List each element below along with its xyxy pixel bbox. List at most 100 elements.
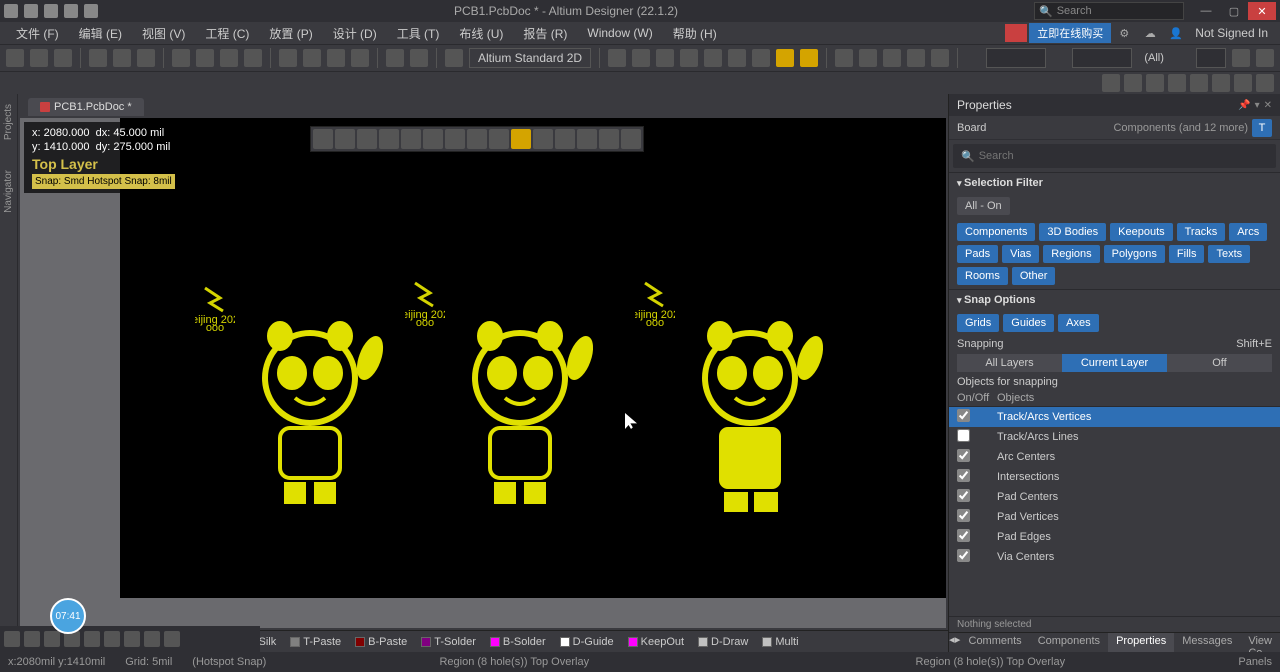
menu-reports[interactable]: 报告 (R) — [513, 23, 577, 44]
ab-11[interactable] — [533, 129, 553, 149]
panel-menu-icon[interactable]: ▾ — [1255, 100, 1260, 111]
ab-9[interactable] — [489, 129, 509, 149]
global-search[interactable]: 🔍 Search — [1034, 2, 1184, 20]
tb-text[interactable] — [907, 49, 925, 67]
sb-panels[interactable]: Panels — [1238, 656, 1272, 668]
tb-rubber[interactable] — [244, 49, 262, 67]
footer-tab[interactable]: View Co — [1240, 633, 1280, 652]
tb-cut[interactable] — [172, 49, 190, 67]
menu-place[interactable]: 放置 (P) — [259, 23, 322, 44]
filter-chip[interactable]: Rooms — [957, 267, 1008, 285]
filter-chip[interactable]: Vias — [1002, 245, 1039, 263]
snap-object-checkbox[interactable] — [957, 489, 970, 502]
tb-dim[interactable] — [931, 49, 949, 67]
mb-8[interactable] — [1256, 74, 1274, 92]
tb-route3[interactable] — [656, 49, 674, 67]
signin-label[interactable]: Not Signed In — [1189, 26, 1274, 40]
minimize-button[interactable]: — — [1192, 2, 1220, 20]
tb-paste[interactable] — [220, 49, 238, 67]
menu-view[interactable]: 视图 (V) — [132, 23, 195, 44]
ab-4[interactable] — [379, 129, 399, 149]
panel-search-input[interactable] — [979, 150, 1268, 162]
snap-segment[interactable]: Current Layer — [1062, 354, 1167, 372]
filter-combo2[interactable] — [1072, 48, 1132, 68]
ab-13[interactable] — [577, 129, 597, 149]
tb-open[interactable] — [30, 49, 48, 67]
snap-object-checkbox[interactable] — [957, 469, 970, 482]
tb-save[interactable] — [54, 49, 72, 67]
snap-object-row[interactable]: Via Centers — [949, 547, 1280, 567]
snap-object-row[interactable]: Track/Arcs Vertices — [949, 407, 1280, 427]
tb-measure[interactable] — [351, 49, 369, 67]
snap-chip[interactable]: Axes — [1058, 314, 1098, 332]
vtab-navigator[interactable]: Navigator — [3, 170, 14, 213]
tb-route1[interactable] — [608, 49, 626, 67]
filter-chip[interactable]: Tracks — [1177, 223, 1226, 241]
filter-chip[interactable]: Texts — [1208, 245, 1250, 263]
ab-12[interactable] — [555, 129, 575, 149]
gear-icon[interactable]: ⚙ — [1115, 24, 1133, 42]
tb-grid[interactable] — [279, 49, 297, 67]
tb-run[interactable] — [445, 49, 463, 67]
layer-tab[interactable]: D-Guide — [556, 635, 618, 649]
tb-ico6[interactable] — [104, 631, 120, 647]
layer-tab[interactable]: T-Solder — [417, 635, 480, 649]
footer-tab[interactable]: Properties — [1108, 633, 1174, 652]
snap-object-row[interactable]: Track/Arcs Lines — [949, 427, 1280, 447]
layer-tab[interactable]: D-Draw — [694, 635, 752, 649]
tb-route5[interactable] — [704, 49, 722, 67]
tb-ico3[interactable] — [44, 631, 60, 647]
ab-filter[interactable] — [313, 129, 333, 149]
layer-tab[interactable]: B-Paste — [351, 635, 411, 649]
all-on-button[interactable]: All - On — [957, 197, 1010, 215]
layer-tab[interactable]: T-Paste — [286, 635, 345, 649]
tb-redo[interactable] — [410, 49, 428, 67]
filter-chip[interactable]: Regions — [1043, 245, 1099, 263]
snap-object-row[interactable]: Pad Edges — [949, 527, 1280, 547]
layer-tab[interactable]: Multi — [758, 635, 802, 649]
mb-5[interactable] — [1190, 74, 1208, 92]
tb-ico9[interactable] — [164, 631, 180, 647]
menu-help[interactable]: 帮助 (H) — [663, 23, 727, 44]
selection-filter-header[interactable]: Selection Filter — [949, 172, 1280, 193]
snap-options-header[interactable]: Snap Options — [949, 289, 1280, 310]
menu-design[interactable]: 设计 (D) — [323, 23, 387, 44]
footer-tab[interactable]: Comments — [961, 633, 1030, 652]
filter-combo[interactable] — [986, 48, 1046, 68]
snap-chip[interactable]: Grids — [957, 314, 999, 332]
tb-route7[interactable] — [752, 49, 770, 67]
ab-3[interactable] — [357, 129, 377, 149]
ab-6[interactable] — [423, 129, 443, 149]
vtab-projects[interactable]: Projects — [3, 104, 14, 140]
snap-object-checkbox[interactable] — [957, 429, 970, 442]
snap-object-row[interactable]: Pad Centers — [949, 487, 1280, 507]
menu-window[interactable]: Window (W) — [577, 24, 662, 42]
tb-print[interactable] — [89, 49, 107, 67]
mb-3[interactable] — [1146, 74, 1164, 92]
cloud-icon[interactable]: ☁ — [1141, 24, 1159, 42]
panel-search[interactable]: 🔍 — [953, 144, 1276, 168]
menu-file[interactable]: 文件 (F) — [6, 23, 69, 44]
tb-ico1[interactable] — [4, 631, 20, 647]
snap-object-checkbox[interactable] — [957, 549, 970, 562]
snap-object-row[interactable]: Pad Vertices — [949, 507, 1280, 527]
tb-pad[interactable] — [800, 49, 818, 67]
tb-ico2[interactable] — [24, 631, 40, 647]
snap-object-row[interactable]: Intersections — [949, 467, 1280, 487]
filter-chip[interactable]: Polygons — [1104, 245, 1165, 263]
snap-object-checkbox[interactable] — [957, 529, 970, 542]
mb-7[interactable] — [1234, 74, 1252, 92]
filter-toggle-button[interactable]: T — [1252, 119, 1272, 137]
mb-2[interactable] — [1124, 74, 1142, 92]
snap-segment[interactable]: Off — [1167, 354, 1272, 372]
filter-chip[interactable]: 3D Bodies — [1039, 223, 1106, 241]
snap-object-checkbox[interactable] — [957, 509, 970, 522]
snap-object-row[interactable]: Arc Centers — [949, 447, 1280, 467]
tb-filter1[interactable] — [1232, 49, 1250, 67]
save-icon[interactable] — [24, 4, 38, 18]
panel-close-icon[interactable]: ✕ — [1264, 100, 1272, 111]
filter-chip[interactable]: Components — [957, 223, 1035, 241]
tb-ico8[interactable] — [144, 631, 160, 647]
snap-object-checkbox[interactable] — [957, 409, 970, 422]
layer-tab[interactable]: KeepOut — [624, 635, 688, 649]
